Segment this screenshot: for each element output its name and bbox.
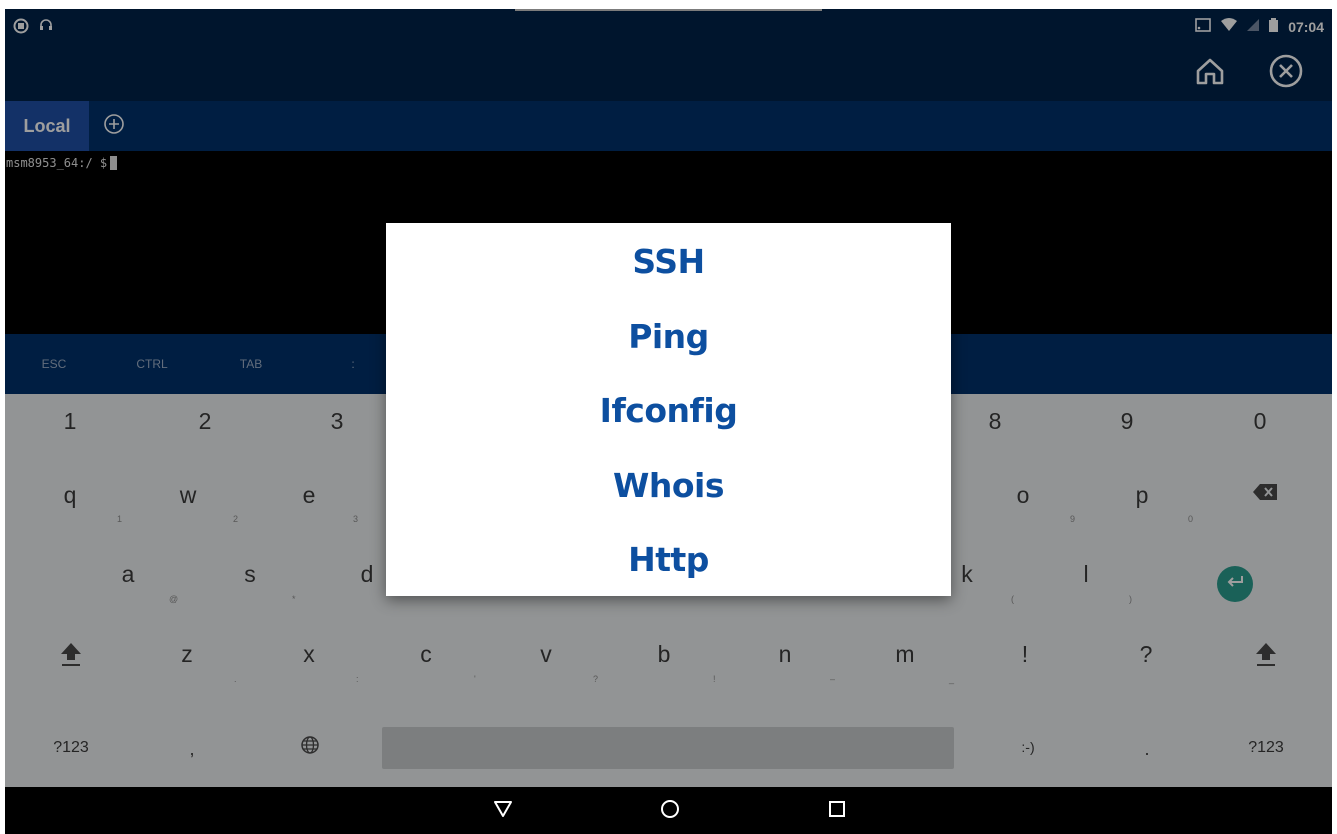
back-triangle-icon — [493, 800, 513, 823]
device-screen: 07:04 Local msm8953_64:/ $ ESC CTRL TAB … — [5, 9, 1332, 834]
back-button[interactable] — [490, 798, 516, 824]
dialog-item-whois[interactable]: Whois — [386, 448, 951, 522]
home-circle-icon — [660, 799, 680, 824]
dialog-item-ssh[interactable]: SSH — [386, 224, 951, 298]
tools-dialog: SSH Ping Ifconfig Whois Http — [386, 223, 951, 596]
dialog-item-ping[interactable]: Ping — [386, 299, 951, 373]
recents-square-icon — [828, 800, 846, 823]
home-nav-button[interactable] — [657, 798, 683, 824]
dialog-item-ifconfig[interactable]: Ifconfig — [386, 373, 951, 447]
dialog-item-http[interactable]: Http — [386, 522, 951, 596]
system-navigation-bar — [5, 787, 1332, 834]
recents-button[interactable] — [824, 798, 850, 824]
